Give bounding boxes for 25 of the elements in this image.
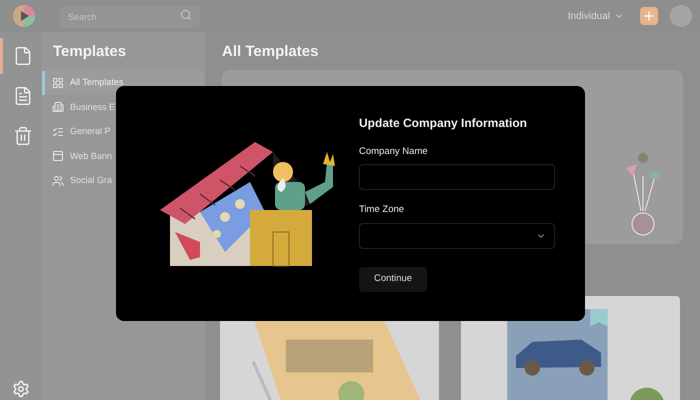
continue-button[interactable]: Continue <box>359 266 427 292</box>
file-icon <box>12 46 32 66</box>
list-icon <box>52 126 64 138</box>
modal-title: Update Company Information <box>359 115 528 132</box>
panel-title: Templates <box>52 42 128 62</box>
company-name-field[interactable] <box>359 164 555 190</box>
field-label: Time Zone <box>359 203 406 218</box>
sidebar-item[interactable]: Business E <box>42 95 118 120</box>
sidebar-item[interactable]: Social Gra <box>42 168 114 193</box>
field-label: Company Name <box>359 145 429 159</box>
plus-icon <box>642 9 656 23</box>
grid-icon <box>52 76 64 89</box>
building-icon <box>52 101 64 114</box>
document-icon <box>12 86 32 106</box>
settings-icon[interactable] <box>12 380 30 398</box>
account-dropdown[interactable]: Individual <box>568 8 624 24</box>
sidebar-item[interactable]: Web Bann <box>42 144 114 168</box>
logo-icon <box>12 4 36 28</box>
people-icon <box>52 174 64 187</box>
trash-icon <box>12 126 32 146</box>
main-title: All Templates <box>222 42 320 62</box>
sidebar-item[interactable]: General P <box>42 120 113 144</box>
add-button[interactable] <box>640 7 658 25</box>
banner-icon <box>52 150 64 162</box>
search-icon <box>180 9 192 21</box>
